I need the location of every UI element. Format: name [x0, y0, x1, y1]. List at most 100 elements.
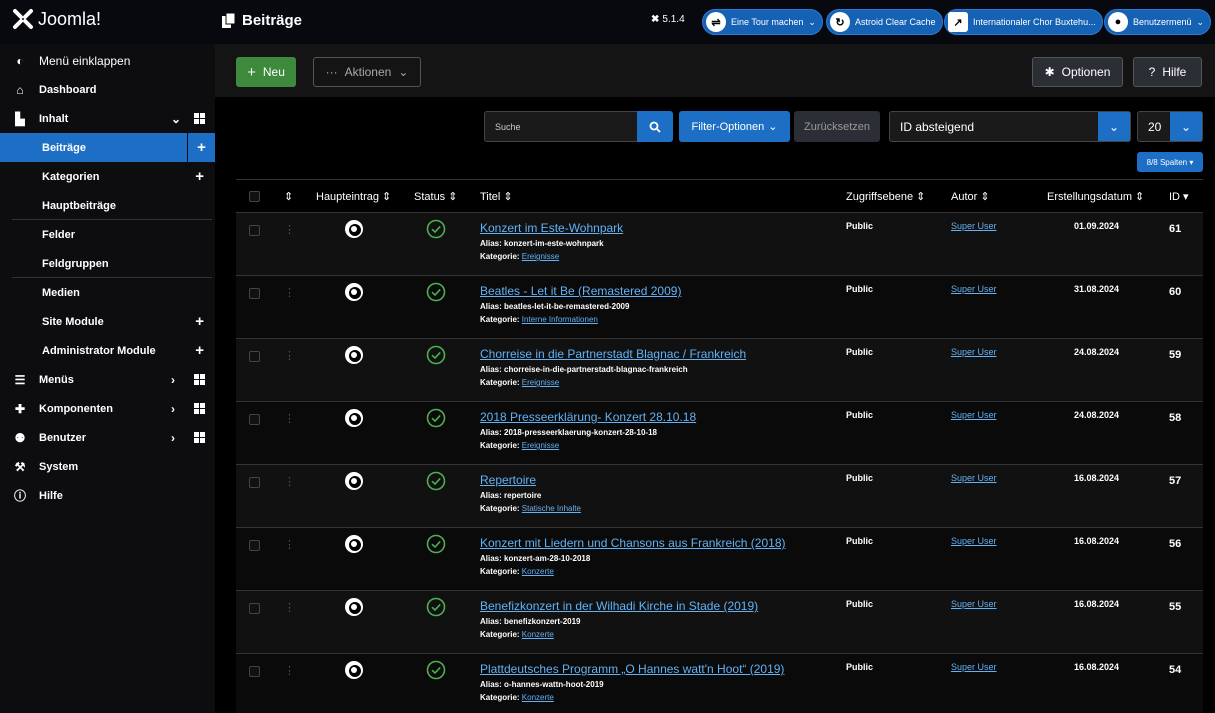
header-access[interactable]: Zugriffsebene ⇕ [846, 190, 925, 203]
author-link[interactable]: Super User [951, 221, 997, 231]
select-all-checkbox[interactable] [249, 191, 260, 202]
reset-button[interactable]: Zurücksetzen [794, 111, 880, 142]
published-check-icon[interactable] [426, 597, 446, 617]
sidebar-item-admin-modules[interactable]: Administrator Module + [0, 336, 215, 365]
add-article-icon[interactable]: + [187, 133, 215, 162]
dashboard-grid-icon[interactable] [194, 432, 205, 443]
article-title-link[interactable]: Chorreise in die Partnerstadt Blagnac / … [480, 347, 746, 361]
article-title-link[interactable]: Plattdeutsches Programm „O Hannes watt'n… [480, 662, 784, 676]
featured-toggle-icon[interactable] [345, 598, 363, 616]
sidebar-toggle-collapse[interactable]: ◐ Menü einklappen [0, 46, 215, 75]
category-link[interactable]: Konzerte [522, 630, 554, 639]
row-checkbox[interactable] [249, 351, 260, 362]
add-category-icon[interactable]: + [195, 168, 204, 185]
filter-options-button[interactable]: Filter-Optionen ⌄ [679, 111, 790, 142]
article-title-link[interactable]: Benefizkonzert in der Wilhadi Kirche in … [480, 599, 758, 613]
row-checkbox[interactable] [249, 225, 260, 236]
published-check-icon[interactable] [426, 282, 446, 302]
author-link[interactable]: Super User [951, 284, 997, 294]
drag-handle-icon[interactable]: ⋮ [284, 412, 295, 425]
header-created[interactable]: Erstellungsdatum ⇕ [1047, 190, 1144, 203]
drag-handle-icon[interactable]: ⋮ [284, 538, 295, 551]
help-button[interactable]: ? Hilfe [1133, 57, 1202, 87]
category-link[interactable]: Statische Inhalte [522, 504, 581, 513]
sidebar-item-featured[interactable]: Hauptbeiträge [0, 191, 215, 220]
article-title-link[interactable]: Repertoire [480, 473, 536, 487]
sidebar-item-menus[interactable]: ☰ Menüs › [0, 365, 215, 394]
featured-toggle-icon[interactable] [345, 220, 363, 238]
new-button[interactable]: + Neu [236, 57, 296, 87]
sort-order-icon[interactable]: ⇕ [284, 190, 293, 203]
published-check-icon[interactable] [426, 219, 446, 239]
published-check-icon[interactable] [426, 660, 446, 680]
category-link[interactable]: Konzerte [522, 567, 554, 576]
category-link[interactable]: Ereignisse [522, 441, 559, 450]
row-checkbox[interactable] [249, 414, 260, 425]
category-link[interactable]: Konzerte [522, 693, 554, 702]
dashboard-grid-icon[interactable] [194, 403, 205, 414]
drag-handle-icon[interactable]: ⋮ [284, 664, 295, 677]
article-title-link[interactable]: Konzert im Este-Wohnpark [480, 221, 623, 235]
featured-toggle-icon[interactable] [345, 346, 363, 364]
dashboard-grid-icon[interactable] [194, 374, 205, 385]
published-check-icon[interactable] [426, 534, 446, 554]
header-author[interactable]: Autor ⇕ [951, 190, 990, 203]
drag-handle-icon[interactable]: ⋮ [284, 601, 295, 614]
row-checkbox[interactable] [249, 288, 260, 299]
featured-toggle-icon[interactable] [345, 283, 363, 301]
site-link-button[interactable]: ↗ Internationaler Chor Buxtehu... [944, 9, 1103, 35]
row-checkbox[interactable] [249, 603, 260, 614]
header-title[interactable]: Titel ⇕ [480, 190, 513, 203]
user-menu-button[interactable]: ● Benutzermenü ⌄ [1104, 9, 1212, 35]
sidebar-item-site-modules[interactable]: Site Module + [0, 307, 215, 336]
featured-toggle-icon[interactable] [345, 535, 363, 553]
published-check-icon[interactable] [426, 408, 446, 428]
drag-handle-icon[interactable]: ⋮ [284, 349, 295, 362]
author-link[interactable]: Super User [951, 599, 997, 609]
search-button[interactable] [637, 111, 673, 142]
drag-handle-icon[interactable]: ⋮ [284, 286, 295, 299]
sort-select[interactable]: ID absteigend ⌄ [889, 111, 1131, 142]
article-title-link[interactable]: 2018 Presseerklärung- Konzert 28.10.18 [480, 410, 696, 424]
sidebar-item-system[interactable]: ⚒ System [0, 452, 215, 481]
add-admin-module-icon[interactable]: + [195, 342, 204, 359]
author-link[interactable]: Super User [951, 662, 997, 672]
sidebar-item-categories[interactable]: Kategorien + [0, 162, 215, 191]
options-button[interactable]: ✱ Optionen [1032, 57, 1123, 87]
sidebar-item-help[interactable]: ⓘ Hilfe [0, 481, 215, 510]
row-checkbox[interactable] [249, 540, 260, 551]
sidebar-item-fields[interactable]: Felder [0, 220, 215, 249]
author-link[interactable]: Super User [951, 347, 997, 357]
published-check-icon[interactable] [426, 471, 446, 491]
featured-toggle-icon[interactable] [345, 409, 363, 427]
row-checkbox[interactable] [249, 477, 260, 488]
limit-select[interactable]: 20 ⌄ [1137, 111, 1203, 142]
featured-toggle-icon[interactable] [345, 661, 363, 679]
author-link[interactable]: Super User [951, 410, 997, 420]
row-checkbox[interactable] [249, 666, 260, 677]
category-link[interactable]: Interne Informationen [522, 315, 598, 324]
category-link[interactable]: Ereignisse [522, 252, 559, 261]
header-featured[interactable]: Haupteintrag ⇕ [316, 190, 391, 203]
article-title-link[interactable]: Beatles - Let it Be (Remastered 2009) [480, 284, 681, 298]
author-link[interactable]: Super User [951, 536, 997, 546]
drag-handle-icon[interactable]: ⋮ [284, 223, 295, 236]
sidebar-item-components[interactable]: ✚ Komponenten › [0, 394, 215, 423]
search-input[interactable]: Suche [484, 111, 638, 142]
sidebar-item-content[interactable]: ▙ Inhalt ⌄ [0, 104, 215, 133]
published-check-icon[interactable] [426, 345, 446, 365]
tour-button[interactable]: ⇌ Eine Tour machen ⌄ [702, 9, 823, 35]
sidebar-item-field-groups[interactable]: Feldgruppen [0, 249, 215, 278]
add-site-module-icon[interactable]: + [195, 313, 204, 330]
joomla-logo[interactable]: Joomla! [12, 8, 101, 30]
sidebar-item-users[interactable]: ⚉ Benutzer › [0, 423, 215, 452]
header-status[interactable]: Status ⇕ [414, 190, 457, 203]
category-link[interactable]: Ereignisse [522, 378, 559, 387]
author-link[interactable]: Super User [951, 473, 997, 483]
actions-button[interactable]: ··· Aktionen ⌄ [313, 57, 421, 87]
sidebar-item-articles[interactable]: Beiträge + [0, 133, 215, 162]
sidebar-item-media[interactable]: Medien [0, 278, 215, 307]
article-title-link[interactable]: Konzert mit Liedern und Chansons aus Fra… [480, 536, 786, 550]
header-id[interactable]: ID ▾ [1169, 190, 1189, 203]
drag-handle-icon[interactable]: ⋮ [284, 475, 295, 488]
